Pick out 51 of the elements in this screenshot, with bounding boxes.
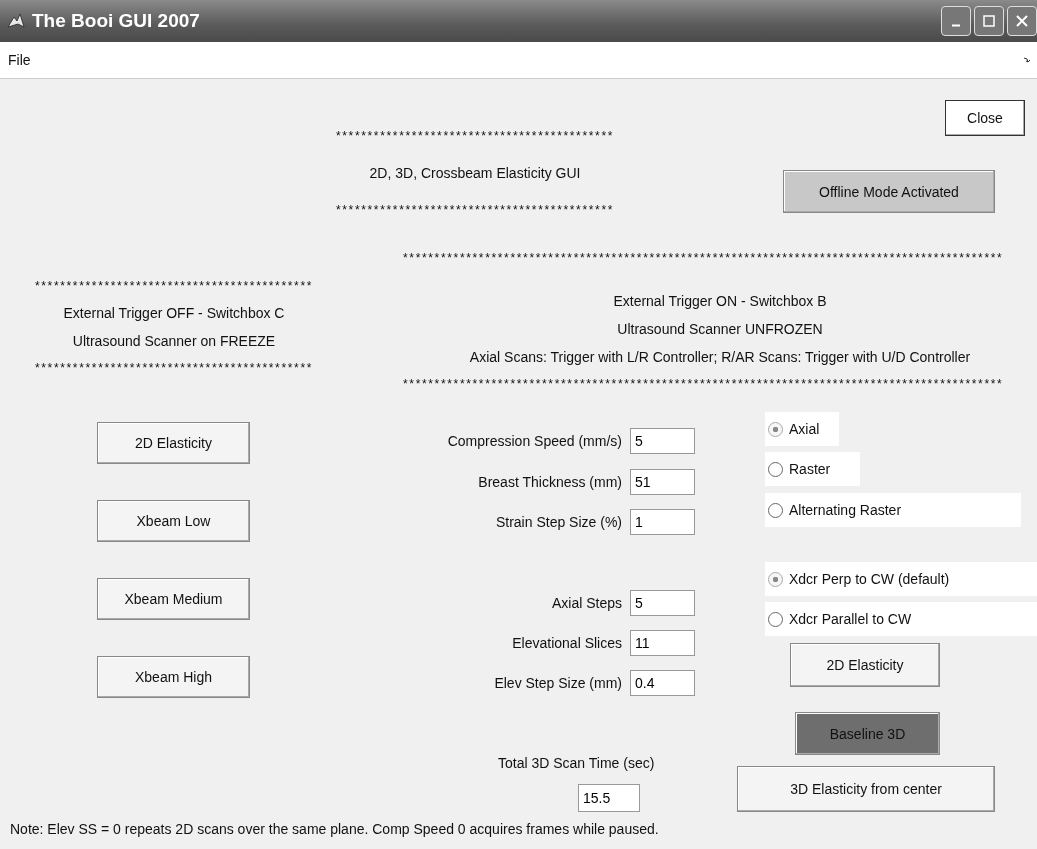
close-window-button[interactable] <box>1007 6 1037 36</box>
minimize-button[interactable] <box>941 6 971 36</box>
field-label: Breast Thickness (mm) <box>478 474 622 490</box>
action-button[interactable]: 3D Elasticity from center <box>737 766 995 812</box>
field-label: Elev Step Size (mm) <box>494 675 622 691</box>
asterisk-rule: *********************************************************************************************** <box>403 377 1004 391</box>
mode-button[interactable]: Xbeam Low <box>97 500 250 542</box>
asterisk-rule: ******************************************** <box>34 279 314 293</box>
radio-option[interactable]: Alternating Raster <box>765 493 1021 527</box>
field-label: Compression Speed (mm/s) <box>447 433 622 449</box>
input-field[interactable]: 5 <box>630 428 695 454</box>
status-text: External Trigger OFF - Switchbox C <box>63 305 285 321</box>
asterisk-rule: *********************************************************************************************** <box>403 251 1004 265</box>
close-button[interactable]: Close <box>945 100 1025 136</box>
close-icon <box>1015 14 1029 28</box>
dock-arrow-icon[interactable] <box>1023 56 1031 64</box>
asterisk-rule: ******************************************** <box>34 361 314 375</box>
radio-option[interactable]: Xdcr Perp to CW (default) <box>765 562 1037 596</box>
field-label: Strain Step Size (%) <box>495 514 622 530</box>
note-text: Note: Elev SS = 0 repeats 2D scans over the same plane. Comp Speed 0 acquires frames while paused. <box>10 821 659 837</box>
input-field[interactable]: 11 <box>630 630 695 656</box>
status-text: Ultrasound Scanner UNFROZEN <box>617 321 823 337</box>
asterisk-rule: ******************************************** <box>335 203 615 217</box>
input-field[interactable]: 5 <box>630 590 695 616</box>
radio-option[interactable]: Xdcr Parallel to CW <box>765 602 1037 636</box>
maximize-button[interactable] <box>974 6 1004 36</box>
field-label: Axial Steps <box>551 595 622 611</box>
mode-button[interactable]: Xbeam Medium <box>97 578 250 620</box>
input-field[interactable]: 51 <box>630 469 695 495</box>
maximize-icon <box>982 14 996 28</box>
status-text: Axial Scans: Trigger with L/R Controller; R/AR Scans: Trigger with U/D Controller <box>469 349 971 365</box>
minimize-icon <box>952 23 960 27</box>
asterisk-rule: ******************************************** <box>335 129 615 143</box>
input-field[interactable]: 0.4 <box>630 670 695 696</box>
offline-mode-button[interactable]: Offline Mode Activated <box>783 170 995 213</box>
status-text: External Trigger ON - Switchbox B <box>613 293 827 309</box>
mode-button[interactable]: 2D Elasticity <box>97 422 250 464</box>
status-text: Ultrasound Scanner on FREEZE <box>72 333 276 349</box>
field-label: Elevational Slices <box>512 635 622 651</box>
input-field[interactable]: 15.5 <box>578 784 640 812</box>
app-logo-icon <box>6 11 26 31</box>
app-heading: 2D, 3D, Crossbeam Elasticity GUI <box>369 165 581 181</box>
radio-option[interactable]: Axial <box>765 412 839 446</box>
action-button[interactable]: Baseline 3D <box>795 712 940 755</box>
menu-item[interactable]: File <box>8 52 31 68</box>
action-button[interactable]: 2D Elasticity <box>790 643 940 687</box>
mode-button[interactable]: Xbeam High <box>97 656 250 698</box>
radio-option[interactable]: Raster <box>765 452 860 486</box>
field-label: Total 3D Scan Time (sec) <box>498 755 655 771</box>
window-title: The Booi GUI 2007 <box>32 10 200 32</box>
input-field[interactable]: 1 <box>630 509 695 535</box>
